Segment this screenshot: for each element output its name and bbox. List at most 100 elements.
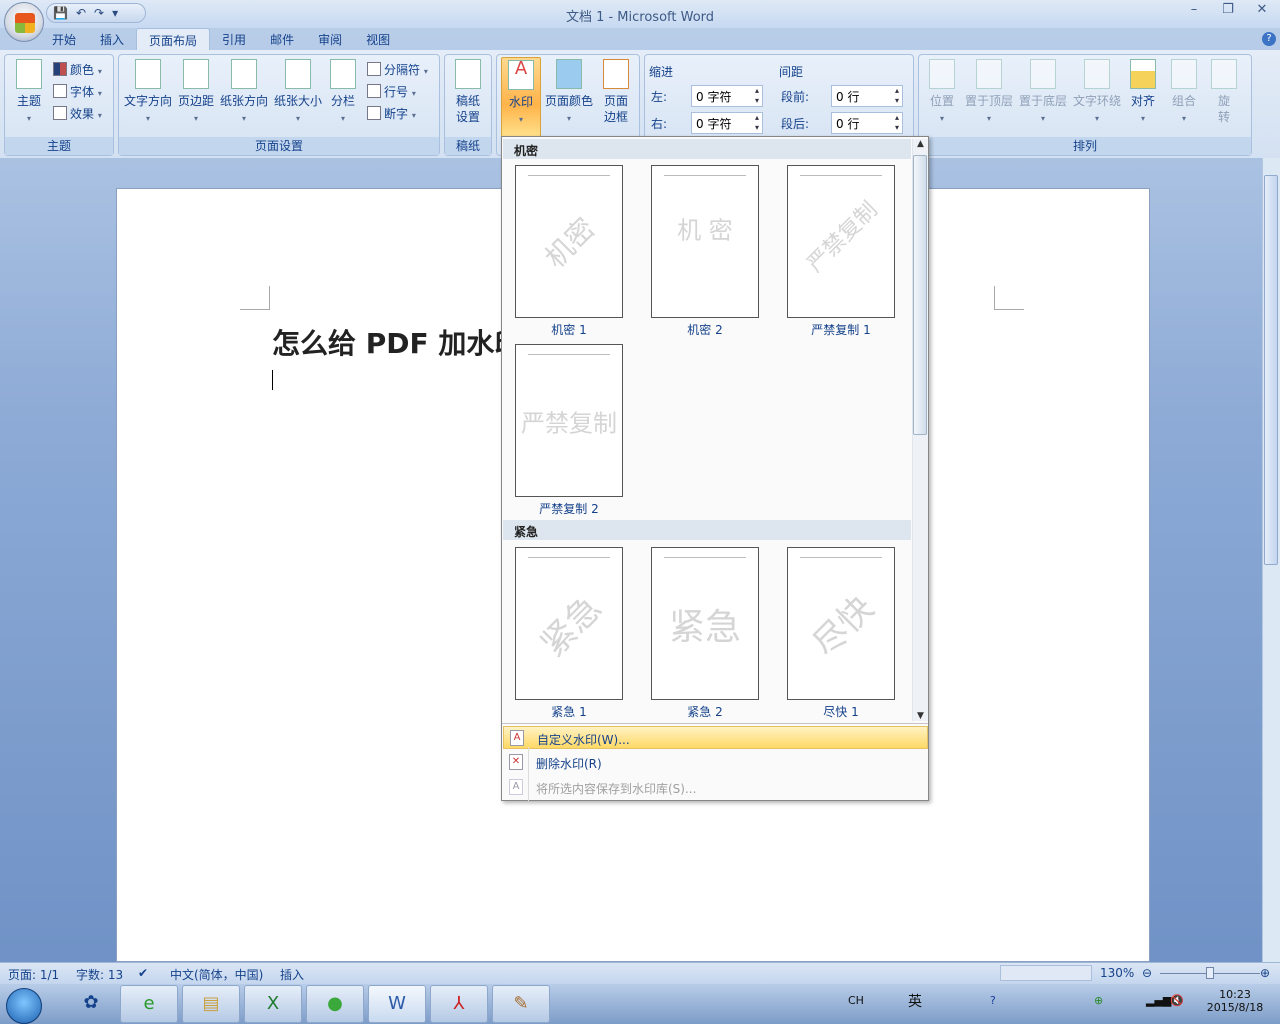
page-color-button[interactable]: 页面颜色 ▾	[543, 59, 595, 127]
word-taskbar-button[interactable]: W	[368, 985, 426, 1023]
tray-add-icon[interactable]: ⊕	[1094, 994, 1103, 1007]
zoom-in-button[interactable]: ⊕	[1260, 966, 1270, 980]
indent-right-input[interactable]: 0 字符	[691, 112, 763, 134]
orientation-button[interactable]: 纸张方向 ▾	[217, 59, 271, 127]
spacing-before-input[interactable]: 0 行	[831, 85, 903, 107]
undo-icon[interactable]: ↶	[76, 6, 86, 20]
rotate-button[interactable]: 旋转	[1207, 59, 1241, 125]
zoom-level[interactable]: 130%	[1100, 966, 1134, 980]
text-wrap-button[interactable]: 文字环绕 ▾	[1071, 59, 1123, 127]
watermark-button[interactable]: A 水印 ▾	[501, 57, 541, 137]
colors-label: 颜色	[70, 63, 95, 77]
redo-icon[interactable]: ↷	[94, 6, 104, 20]
word-count[interactable]: 字数: 13	[76, 966, 123, 983]
tab-home[interactable]: 开始	[40, 28, 88, 50]
tab-insert[interactable]: 插入	[88, 28, 136, 50]
document-heading[interactable]: 怎么给 PDF 加水印	[272, 322, 522, 362]
title-bar: 文档 1 - Microsoft Word – ❐ ✕	[0, 0, 1280, 28]
watermark-option-asap-1[interactable]: 尽快	[787, 547, 895, 700]
watermark-option-do-not-copy-2[interactable]: 严禁复制	[515, 344, 623, 497]
breaks-button[interactable]: 分隔符 ▾	[367, 61, 428, 78]
manuscript-setup-button[interactable]: 稿纸设置	[449, 59, 487, 125]
excel-taskbar-button[interactable]: X	[244, 985, 302, 1023]
save-to-gallery-menu-item: A 将所选内容保存到水印库(S)...	[503, 776, 928, 799]
watermark-option-confidential-2[interactable]: 机 密	[651, 165, 759, 318]
tab-view[interactable]: 视图	[354, 28, 402, 50]
watermark-option-urgent-2[interactable]: 紧急	[651, 547, 759, 700]
send-to-back-button[interactable]: 置于底层 ▾	[1017, 59, 1069, 127]
tab-review[interactable]: 审阅	[306, 28, 354, 50]
menu-item-label: 自定义水印(W)...	[537, 733, 630, 747]
app-launcher-icon[interactable]: ✿	[62, 985, 120, 1023]
send-back-label: 置于底层	[1018, 94, 1067, 108]
tray-language[interactable]: CH	[848, 994, 864, 1007]
paint-taskbar-button[interactable]: ✎	[492, 985, 550, 1023]
help-tray-icon[interactable]: ?	[990, 994, 996, 1007]
scrollbar-thumb[interactable]	[1264, 175, 1278, 565]
watermark-option-urgent-1[interactable]: 紧急	[515, 547, 623, 700]
orientation-label: 纸张方向	[219, 94, 268, 108]
remove-watermark-menu-item[interactable]: ✕ 删除水印(R)	[503, 751, 928, 774]
window-title: 文档 1 - Microsoft Word	[565, 10, 715, 25]
margins-label: 页边距	[177, 94, 214, 108]
margins-button[interactable]: 页边距 ▾	[175, 59, 217, 127]
tab-mailings[interactable]: 邮件	[258, 28, 306, 50]
bring-to-front-button[interactable]: 置于顶层 ▾	[963, 59, 1015, 127]
text-direction-button[interactable]: 文字方向 ▾	[121, 59, 175, 127]
proofing-icon[interactable]: ✔	[138, 966, 148, 980]
close-button[interactable]: ✕	[1248, 2, 1276, 22]
colors-button[interactable]: 颜色 ▾	[53, 61, 102, 78]
volume-muted-icon[interactable]: 🔇	[1170, 994, 1184, 1007]
language-indicator[interactable]: 中文(简体，中国)	[170, 966, 263, 983]
save-icon[interactable]: 💾	[53, 6, 68, 20]
custom-watermark-menu-item[interactable]: A 自定义水印(W)...	[503, 726, 928, 749]
spacing-after-input[interactable]: 0 行	[831, 112, 903, 134]
browser-taskbar-button[interactable]: e	[120, 985, 178, 1023]
explorer-taskbar-button[interactable]: ▤	[182, 985, 240, 1023]
tray-ime[interactable]: 英	[908, 991, 922, 1011]
page-color-icon	[556, 59, 582, 89]
tab-page-layout[interactable]: 页面布局	[136, 28, 211, 50]
tab-references[interactable]: 引用	[210, 28, 258, 50]
position-button[interactable]: 位置 ▾	[925, 59, 959, 127]
save-to-gallery-icon: A	[509, 779, 523, 795]
indent-left-input[interactable]: 0 字符	[691, 85, 763, 107]
size-icon	[285, 59, 311, 89]
zoom-out-button[interactable]: ⊖	[1142, 966, 1152, 980]
restore-button[interactable]: ❐	[1214, 2, 1242, 22]
customize-qat-icon[interactable]: ▾	[112, 6, 118, 20]
insert-mode[interactable]: 插入	[280, 966, 304, 983]
page-count[interactable]: 页面: 1/1	[8, 966, 59, 983]
office-button[interactable]	[4, 2, 44, 42]
clock[interactable]: 10:23 2015/8/18	[1200, 988, 1270, 1014]
view-buttons[interactable]	[1000, 965, 1092, 981]
pdf-taskbar-button[interactable]: ⅄	[430, 985, 488, 1023]
line-numbers-button[interactable]: 行号 ▾	[367, 83, 416, 100]
themes-button[interactable]: 主题 ▾	[11, 59, 47, 127]
zoom-slider-thumb[interactable]	[1206, 967, 1214, 979]
menu-item-label: 将所选内容保存到水印库(S)...	[536, 782, 697, 796]
effects-button[interactable]: 效果 ▾	[53, 105, 102, 122]
hyphenation-button[interactable]: 断字 ▾	[367, 105, 416, 122]
page-borders-button[interactable]: 页面边框	[597, 59, 635, 125]
clock-time: 10:23	[1219, 988, 1251, 1001]
align-button[interactable]: 对齐 ▾	[1125, 59, 1161, 127]
breaks-icon	[367, 62, 381, 76]
network-icon[interactable]: ▂▄▆	[1146, 994, 1171, 1007]
watermark-option-do-not-copy-1[interactable]: 严禁复制	[787, 165, 895, 318]
group-themes: 主题 ▾ 颜色 ▾ 字体 ▾ 效果 ▾ 主题	[4, 54, 114, 156]
columns-button[interactable]: 分栏 ▾	[327, 59, 359, 127]
fonts-button[interactable]: 字体 ▾	[53, 83, 102, 100]
start-button[interactable]	[6, 988, 42, 1024]
watermark-option-confidential-1[interactable]: 机密	[515, 165, 623, 318]
watermark-option-label: 严禁复制 1	[811, 323, 871, 337]
wechat-taskbar-button[interactable]: ●	[306, 985, 364, 1023]
section-header-urgent: 紧急	[503, 520, 911, 540]
group-manuscript: 稿纸设置 稿纸	[444, 54, 492, 156]
position-icon	[929, 59, 955, 89]
size-button[interactable]: 纸张大小 ▾	[271, 59, 325, 127]
minimize-button[interactable]: –	[1180, 2, 1208, 22]
help-button[interactable]: ?	[1262, 32, 1276, 46]
gallery-scrollbar-thumb[interactable]	[913, 155, 927, 435]
group-objects-button[interactable]: 组合 ▾	[1167, 59, 1201, 127]
